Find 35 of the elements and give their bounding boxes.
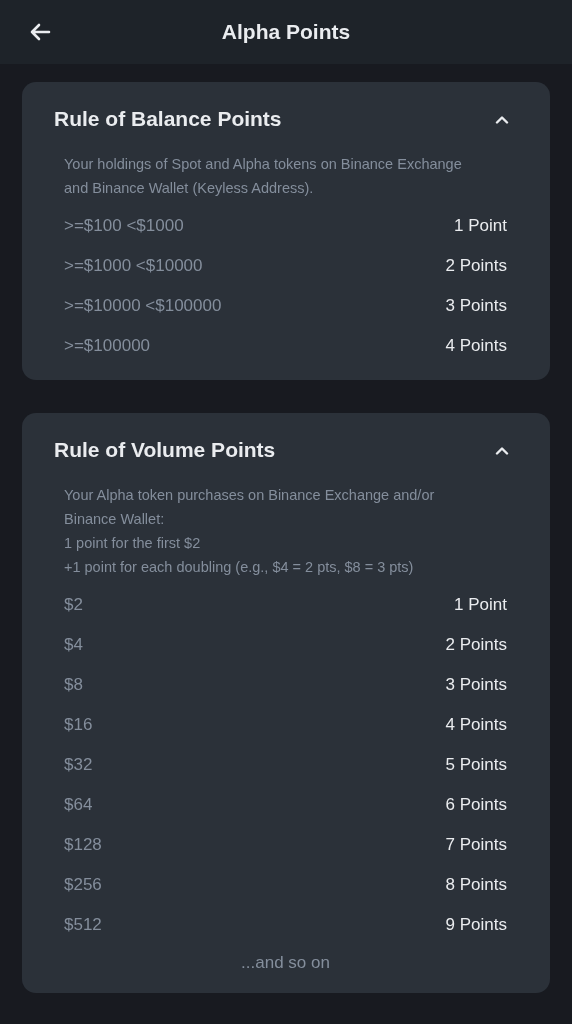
section-title: Rule of Volume Points — [54, 438, 276, 462]
section-title: Rule of Balance Points — [54, 107, 282, 131]
footer-note: ...and so on — [240, 953, 331, 974]
points-value: 9 Points — [445, 915, 507, 935]
chevron-up-icon[interactable] — [495, 445, 509, 455]
page-title: Alpha Points — [221, 20, 351, 44]
threshold-label: $512 — [64, 915, 102, 935]
points-value: 6 Points — [445, 795, 507, 815]
threshold-label: $64 — [64, 795, 93, 815]
points-value: 4 Points — [445, 715, 507, 735]
threshold-label: $16 — [64, 715, 93, 735]
back-arrow-icon[interactable] — [29, 23, 51, 41]
points-value: 5 Points — [445, 755, 507, 775]
threshold-label: $32 — [64, 755, 93, 775]
points-value: 7 Points — [445, 835, 507, 855]
threshold-label: >=$10000 <$100000 — [64, 296, 222, 316]
points-value: 2 Points — [445, 635, 507, 655]
rule-description: Your holdings of Spot and Alpha tokens on Binance Exchange and Binance Wallet (Keyless Address). — [64, 155, 463, 198]
points-value: 1 Point — [454, 595, 507, 615]
points-value: 3 Points — [445, 675, 507, 695]
threshold-label: $128 — [64, 835, 102, 855]
points-value: 3 Points — [445, 296, 507, 316]
rule-description: Your Alpha token purchases on Binance Exchange and/or Binance Wallet: 1 point for the first $2 +1 point for each doubling (e.g., $4 = 2 pts, $8 = 3 pts) — [64, 486, 436, 577]
chevron-up-icon[interactable] — [495, 114, 509, 124]
threshold-label: $256 — [64, 875, 102, 895]
threshold-label: $8 — [64, 675, 83, 695]
points-value: 4 Points — [445, 336, 507, 356]
points-value: 8 Points — [445, 875, 507, 895]
threshold-label: $2 — [64, 595, 83, 615]
points-value: 2 Points — [445, 256, 507, 276]
threshold-label: >=$100 <$1000 — [64, 216, 184, 236]
points-value: 1 Point — [454, 216, 507, 236]
threshold-label: >=$1000 <$10000 — [64, 256, 203, 276]
threshold-label: $4 — [64, 635, 83, 655]
threshold-label: >=$100000 — [64, 336, 151, 356]
